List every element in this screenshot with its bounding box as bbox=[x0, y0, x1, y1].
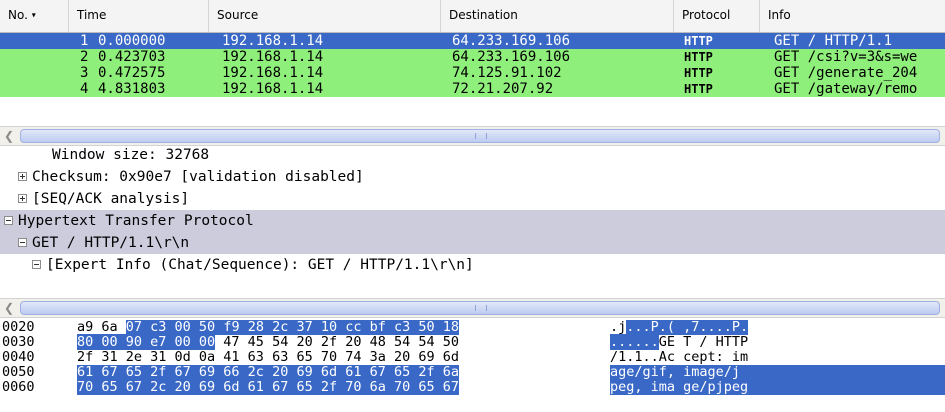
tree-row-label: Hypertext Transfer Protocol bbox=[18, 213, 254, 229]
packet-protocol: HTTP bbox=[684, 50, 713, 64]
details-hscroll[interactable]: ❮ bbox=[0, 298, 945, 318]
tree-row-label: Checksum: 0x90e7 [validation disabled] bbox=[32, 169, 364, 185]
packet-time: 4.831803 bbox=[98, 81, 166, 97]
tree-row[interactable]: Checksum: 0x90e7 [validation disabled] bbox=[0, 166, 945, 188]
packet-destination: 64.233.169.106 bbox=[452, 49, 571, 65]
scroll-thumb[interactable] bbox=[20, 129, 940, 143]
tree-row-label: [SEQ/ACK analysis] bbox=[32, 191, 190, 207]
scroll-left-icon[interactable]: ❮ bbox=[2, 301, 16, 315]
expand-icon[interactable] bbox=[18, 172, 27, 181]
bytes-row: 0030 80 00 90 e7 00 00 47 45 54 20 2f 20 … bbox=[0, 334, 945, 350]
tree-row[interactable]: [Expert Info (Chat/Sequence): GET / HTTP… bbox=[0, 254, 945, 276]
bytes-hex[interactable]: a9 6a 07 c3 00 50 f9 28 2c 37 10 cc bf c… bbox=[77, 320, 460, 335]
packet-info: GET /csi?v=3&s=we bbox=[774, 49, 918, 65]
bytes-hex[interactable]: 2f 31 2e 31 0d 0a 41 63 63 65 70 74 3a 2… bbox=[77, 350, 459, 365]
packet-protocol: HTTP bbox=[684, 82, 713, 96]
packet-protocol: HTTP bbox=[684, 34, 713, 48]
scroll-thumb[interactable] bbox=[20, 301, 940, 315]
packet-list-hscroll[interactable]: ❮ bbox=[0, 126, 945, 146]
column-source[interactable]: Source bbox=[209, 0, 441, 32]
packet-info: GET / HTTP/1.1 bbox=[774, 33, 893, 49]
tree-row[interactable]: [SEQ/ACK analysis] bbox=[0, 188, 945, 210]
bytes-hex[interactable]: 70 65 67 2c 20 69 6d 61 67 65 2f 70 6a 7… bbox=[77, 380, 460, 395]
packet-row[interactable]: 2 0.423703 192.168.1.14 64.233.169.106 HTTP G… bbox=[0, 49, 945, 65]
column-time[interactable]: Time bbox=[69, 0, 209, 32]
packet-time: 0.472575 bbox=[98, 65, 166, 81]
bytes-ascii[interactable]: age/gif, image/j bbox=[610, 365, 945, 380]
column-no[interactable]: No. ▾ bbox=[0, 0, 69, 32]
packet-source: 192.168.1.14 bbox=[222, 33, 324, 49]
bytes-hex[interactable]: 61 67 65 2f 67 69 66 2c 20 69 6d 61 67 6… bbox=[77, 365, 460, 380]
packet-destination: 72.21.207.92 bbox=[452, 81, 554, 97]
tree-row-label: Window size: 32768 bbox=[52, 148, 210, 163]
tree-row[interactable]: Window size: 32768 bbox=[0, 148, 945, 166]
packet-no: 2 bbox=[80, 49, 89, 65]
collapse-icon[interactable] bbox=[4, 216, 13, 225]
collapse-icon[interactable] bbox=[32, 260, 41, 269]
bytes-row: 0020 a9 6a 07 c3 00 50 f9 28 2c 37 10 cc … bbox=[0, 320, 945, 335]
sort-arrow-icon: ▾ bbox=[31, 10, 36, 20]
column-destination[interactable]: Destination bbox=[441, 0, 674, 32]
bytes-ascii[interactable]: ......GE T / HTTP bbox=[610, 334, 748, 350]
packet-destination: 64.233.169.106 bbox=[452, 33, 571, 49]
expand-icon[interactable] bbox=[18, 194, 27, 203]
packet-row[interactable]: 1 0.000000 192.168.1.14 64.233.169.106 HTTP G… bbox=[0, 33, 945, 49]
packet-info: GET /generate_204 bbox=[774, 65, 918, 81]
bytes-row: 0050 61 67 65 2f 67 69 66 2c 20 69 6d 61 … bbox=[0, 365, 945, 380]
packet-bytes-pane: 0020 a9 6a 07 c3 00 50 f9 28 2c 37 10 cc … bbox=[0, 320, 945, 412]
packet-details-tree: Window size: 32768 Checksum: 0x90e7 [vali… bbox=[0, 148, 945, 296]
packet-source: 192.168.1.14 bbox=[222, 81, 324, 97]
packet-protocol: HTTP bbox=[684, 66, 713, 80]
bytes-ascii[interactable]: peg, ima ge/pjpeg bbox=[610, 380, 945, 395]
bytes-offset: 0030 bbox=[2, 334, 35, 350]
packet-list: No. ▾ Time Source Destination Protocol I… bbox=[0, 0, 945, 127]
packet-no: 4 bbox=[80, 81, 89, 97]
bytes-offset: 0020 bbox=[2, 320, 35, 335]
collapse-icon[interactable] bbox=[18, 238, 27, 247]
bytes-row: 0040 2f 31 2e 31 0d 0a 41 63 63 65 70 74 … bbox=[0, 350, 945, 365]
packet-row[interactable]: 3 0.472575 192.168.1.14 74.125.91.102 HTTP GE… bbox=[0, 65, 945, 81]
packet-source: 192.168.1.14 bbox=[222, 49, 324, 65]
tree-row-label: GET / HTTP/1.1\r\n bbox=[32, 235, 190, 251]
packet-info: GET /gateway/remo bbox=[774, 81, 918, 97]
packet-row[interactable]: 4 4.831803 192.168.1.14 72.21.207.92 HTTP GET… bbox=[0, 81, 945, 97]
tree-row-clipped bbox=[0, 284, 945, 296]
packet-destination: 74.125.91.102 bbox=[452, 65, 562, 81]
tree-row[interactable]: GET / HTTP/1.1\r\n bbox=[0, 232, 945, 254]
packet-time: 0.423703 bbox=[98, 49, 166, 65]
column-no-label: No. bbox=[8, 8, 32, 22]
tree-row[interactable]: Hypertext Transfer Protocol bbox=[0, 210, 945, 232]
bytes-offset: 0050 bbox=[2, 364, 35, 380]
scroll-left-icon[interactable]: ❮ bbox=[2, 129, 16, 143]
column-info[interactable]: Info bbox=[760, 0, 945, 32]
packet-no: 1 bbox=[80, 33, 89, 49]
packet-no: 3 bbox=[80, 65, 89, 81]
column-header: No. ▾ Time Source Destination Protocol I… bbox=[0, 0, 945, 33]
packet-time: 0.000000 bbox=[98, 33, 166, 49]
packet-source: 192.168.1.14 bbox=[222, 65, 324, 81]
bytes-row: 0060 70 65 67 2c 20 69 6d 61 67 65 2f 70 … bbox=[0, 380, 945, 395]
bytes-offset: 0040 bbox=[2, 349, 35, 365]
bytes-offset: 0060 bbox=[2, 379, 35, 395]
tree-row-label: [Expert Info (Chat/Sequence): GET / HTTP… bbox=[46, 257, 474, 273]
bytes-ascii[interactable]: .j...P.( ,7....P. bbox=[610, 320, 749, 335]
column-protocol[interactable]: Protocol bbox=[674, 0, 760, 32]
bytes-hex[interactable]: 80 00 90 e7 00 00 47 45 54 20 2f 20 48 5… bbox=[77, 334, 459, 350]
bytes-ascii[interactable]: /1.1..Ac cept: im bbox=[610, 350, 748, 365]
